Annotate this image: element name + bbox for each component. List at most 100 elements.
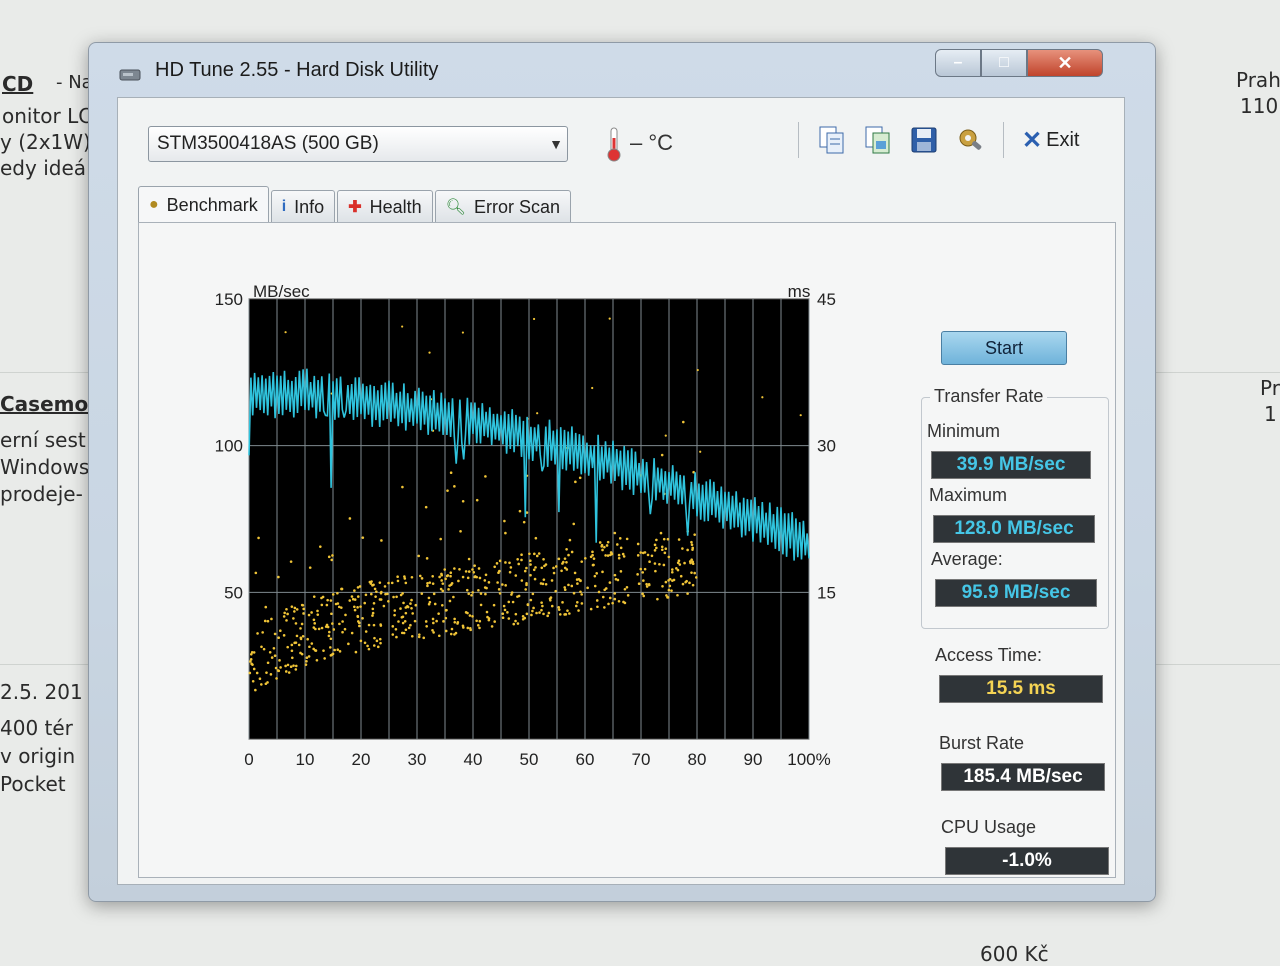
drive-select[interactable]: STM3500418AS (500 GB) ▼: [148, 126, 568, 162]
access-time-point: [295, 634, 299, 638]
access-time-point: [334, 602, 338, 606]
access-time-point: [563, 613, 566, 616]
access-time-point: [410, 606, 413, 610]
access-time-point: [521, 615, 525, 618]
access-time-point: [266, 681, 269, 684]
access-time-point: [418, 633, 421, 636]
access-time-point: [567, 583, 570, 587]
access-time-point: [681, 582, 685, 586]
options-icon[interactable]: [955, 124, 985, 156]
access-time-point: [676, 593, 679, 597]
tab-info[interactable]: i Info: [270, 190, 336, 223]
access-time-point: [563, 557, 567, 560]
access-time-point: [351, 597, 355, 601]
start-button[interactable]: Start: [941, 331, 1067, 365]
access-time-point: [378, 581, 382, 584]
x-tick-label: 30: [408, 750, 427, 769]
y-tick-label-right: 30: [817, 437, 836, 456]
exit-button[interactable]: ✕ Exit: [1022, 126, 1079, 155]
access-time-point: [799, 414, 802, 417]
access-time-point: [604, 587, 608, 590]
access-time-point: [432, 592, 436, 596]
access-time-point: [328, 630, 331, 634]
access-time-point: [396, 579, 400, 583]
access-time-point: [600, 543, 604, 547]
access-time-point: [524, 588, 527, 591]
access-time-point: [371, 611, 375, 615]
access-time-point: [580, 602, 584, 605]
access-time-point: [323, 657, 326, 660]
tab-health[interactable]: ✚ Health: [337, 190, 433, 223]
access-time-point: [636, 554, 640, 557]
access-time-point: [479, 592, 483, 595]
access-time-point: [493, 565, 496, 569]
bg-heading-lcd[interactable]: CD: [2, 72, 33, 96]
access-time-point: [691, 546, 695, 550]
access-time-point: [292, 664, 295, 667]
tab-benchmark[interactable]: ● Benchmark: [138, 186, 269, 223]
access-time-point: [372, 601, 376, 605]
access-time-point: [331, 652, 335, 656]
access-time-point: [507, 600, 511, 604]
close-button[interactable]: ✕: [1027, 49, 1103, 77]
access-time-point: [440, 579, 443, 582]
access-time-point: [601, 595, 605, 599]
burst-rate-value: 185.4 MB/sec: [941, 763, 1105, 791]
copy-info-icon[interactable]: [817, 124, 847, 156]
access-time-point: [305, 656, 309, 660]
access-time-point: [552, 566, 555, 570]
copy-screenshot-icon[interactable]: [863, 124, 893, 156]
y-tick-label-left: 100: [215, 437, 243, 456]
access-time-point: [512, 622, 516, 626]
access-time-point: [572, 591, 576, 595]
tab-error-scan[interactable]: 🔍︎ Error Scan: [434, 190, 571, 223]
access-time-point: [450, 627, 454, 631]
access-time-point: [268, 650, 272, 654]
minimize-button[interactable]: –: [935, 49, 981, 77]
access-time-point: [316, 609, 319, 613]
access-time-point: [464, 611, 468, 614]
access-time-point: [518, 509, 522, 513]
access-time-point: [670, 570, 674, 574]
access-time-point: [312, 595, 316, 598]
access-time-point: [348, 599, 352, 602]
save-icon[interactable]: [909, 124, 939, 156]
access-time-point: [605, 544, 609, 547]
title-bar[interactable]: HD Tune 2.55 - Hard Disk Utility – □ ✕: [89, 43, 1155, 97]
access-time-point: [563, 588, 567, 592]
access-time-point: [371, 607, 375, 611]
close-icon: ✕: [1057, 52, 1073, 73]
access-time-point: [286, 612, 289, 616]
access-time-point: [250, 651, 254, 654]
access-time-point: [471, 568, 474, 571]
access-time-point: [606, 554, 610, 557]
access-time-point: [663, 551, 667, 555]
access-time-point: [366, 644, 369, 648]
access-time-point: [260, 683, 263, 686]
access-time-point: [325, 603, 329, 607]
access-time-point: [573, 571, 577, 575]
access-time-point: [503, 608, 507, 612]
y-tick-label-left: 150: [215, 290, 243, 309]
access-time-point: [641, 592, 644, 596]
access-time-point: [645, 582, 648, 586]
access-time-point: [550, 604, 554, 608]
benchmark-icon: ●: [149, 196, 159, 213]
access-time-point: [681, 547, 684, 550]
access-time-point: [333, 648, 336, 652]
access-time-point: [468, 614, 472, 617]
access-time-point: [317, 627, 321, 631]
maximize-button[interactable]: □: [981, 49, 1027, 77]
access-time-point: [368, 580, 372, 584]
access-time-point: [606, 540, 610, 544]
access-time-point: [396, 575, 399, 579]
hdtune-window: HD Tune 2.55 - Hard Disk Utility – □ ✕ S…: [88, 42, 1156, 902]
access-time-point: [670, 589, 673, 592]
access-time-point: [598, 541, 602, 544]
access-time-point: [579, 590, 582, 594]
burst-rate-label: Burst Rate: [939, 733, 1025, 753]
access-time-point: [310, 642, 314, 645]
access-time-point: [549, 598, 552, 602]
access-time-point: [577, 609, 580, 612]
tab-label: Error Scan: [473, 196, 560, 217]
